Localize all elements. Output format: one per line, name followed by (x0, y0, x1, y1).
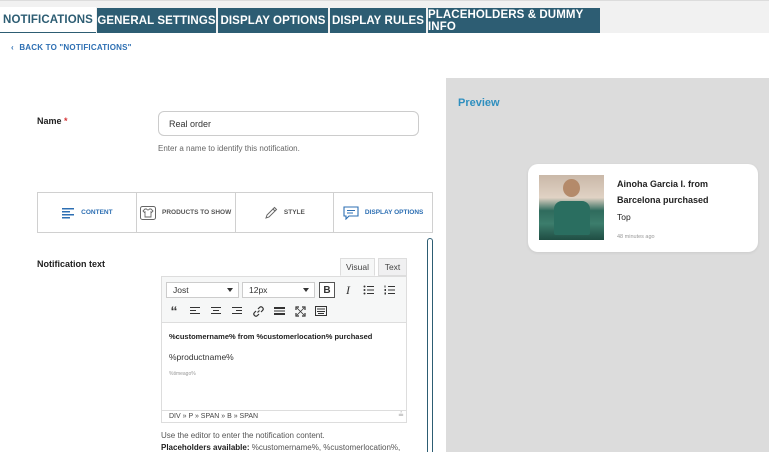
editor-statusbar: DIV » P » SPAN » B » SPAN ≟ (162, 410, 406, 422)
content-line-product: %productname% (169, 352, 234, 362)
pipette-icon (265, 206, 278, 219)
shirt-icon (140, 205, 157, 220)
align-right-button[interactable] (229, 303, 245, 319)
link-icon (252, 305, 264, 317)
name-input[interactable] (158, 111, 419, 136)
section-tabs: CONTENT PRODUCTS TO SHOW STYLE DISPLAY O… (37, 192, 433, 233)
back-link[interactable]: ‹ BACK TO "NOTIFICATIONS" (11, 43, 132, 52)
model-top (554, 201, 590, 235)
visual-mode-tab[interactable]: Visual (340, 258, 375, 276)
scrollbar[interactable] (427, 238, 433, 452)
align-center-button[interactable] (208, 303, 224, 319)
numbered-list-button[interactable] (381, 282, 397, 298)
content-line-timeago: %timeago% (169, 371, 196, 377)
tab-notifications[interactable]: NOTIFICATIONS (0, 7, 96, 34)
tab-display-options[interactable]: DISPLAY OPTIONS (218, 8, 328, 34)
placeholders-help: Placeholders available: %customername%, … (161, 443, 401, 452)
required-mark: * (64, 116, 68, 126)
resize-handle-icon[interactable]: ≟ (398, 410, 404, 421)
section-tab-products[interactable]: PRODUCTS TO SHOW (137, 193, 236, 232)
bullet-list-icon (363, 285, 374, 295)
model-head (563, 179, 580, 197)
tab-general-settings[interactable]: GENERAL SETTINGS (97, 8, 216, 34)
font-family-select[interactable]: Jost (166, 282, 239, 298)
placeholders-value: %customername%, %customerlocation%, (249, 443, 401, 452)
bold-icon: B (323, 284, 331, 296)
editor-content-area[interactable]: %customername% from %customerlocation% p… (162, 324, 406, 410)
caret-down-icon (227, 288, 233, 292)
notification-preview-card: Ainoha Garcia I. from Barcelona purchase… (528, 164, 758, 252)
rich-text-editor: Jost 12px B I “ %customername% from %cus… (161, 276, 407, 423)
tab-placeholders-dummy-info[interactable]: PLACEHOLDERS & DUMMY INFO (428, 8, 600, 34)
notification-preview-title: Ainoha Garcia I. from Barcelona purchase… (617, 179, 709, 205)
section-tab-content[interactable]: CONTENT (38, 193, 137, 232)
insert-link-button[interactable] (250, 303, 266, 319)
editor-help-text: Use the editor to enter the notification… (161, 431, 325, 440)
read-more-button[interactable] (271, 303, 287, 319)
preview-pane: Preview Ainoha Garcia I. from Barcelona … (446, 78, 769, 452)
align-left-button[interactable] (187, 303, 203, 319)
name-label: Name * (37, 116, 68, 126)
text-mode-tab[interactable]: Text (378, 258, 407, 276)
tab-display-rules[interactable]: DISPLAY RULES (330, 8, 426, 34)
editor-toolbar: Jost 12px B I “ (162, 277, 406, 323)
align-right-icon (232, 307, 242, 314)
preview-title: Preview (458, 97, 500, 109)
main-content: ‹ BACK TO "NOTIFICATIONS" Name * Enter a… (0, 33, 769, 452)
section-tab-products-label: PRODUCTS TO SHOW (162, 209, 232, 216)
section-tab-style-label: STYLE (283, 209, 305, 216)
section-tab-content-label: CONTENT (81, 209, 113, 216)
notification-text-label: Notification text (37, 259, 106, 269)
bullet-list-button[interactable] (360, 282, 376, 298)
caret-down-icon (303, 288, 309, 292)
fullscreen-icon (294, 305, 306, 317)
fullscreen-button[interactable] (292, 303, 308, 319)
keyboard-icon (315, 306, 327, 316)
align-center-icon (211, 307, 221, 314)
quote-icon: “ (170, 303, 178, 319)
back-link-label: BACK TO "NOTIFICATIONS" (19, 43, 132, 52)
notification-preview-product: Top (617, 212, 631, 222)
name-help-text: Enter a name to identify this notificati… (158, 144, 300, 153)
element-path: DIV » P » SPAN » B » SPAN (169, 413, 259, 420)
placeholders-label: Placeholders available: (161, 443, 250, 452)
section-tab-style[interactable]: STYLE (236, 193, 335, 232)
numbered-list-icon (384, 285, 395, 295)
font-family-value: Jost (173, 285, 189, 295)
blockquote-button[interactable]: “ (166, 303, 182, 319)
font-size-value: 12px (249, 285, 268, 295)
align-left-icon (62, 207, 75, 218)
chat-bubble-icon (343, 205, 359, 220)
top-tab-bar: NOTIFICATIONS GENERAL SETTINGS DISPLAY O… (0, 0, 769, 34)
font-size-select[interactable]: 12px (242, 282, 315, 298)
product-image (539, 175, 604, 240)
name-label-text: Name (37, 116, 62, 126)
notification-preview-time: 48 minutes ago (617, 234, 655, 240)
section-tab-display-options-label: DISPLAY OPTIONS (364, 209, 424, 216)
bold-button[interactable]: B (319, 282, 335, 298)
horizontal-rule-icon (273, 307, 285, 315)
chevron-left-icon: ‹ (11, 43, 14, 52)
content-line-customer: %customername% from %customerlocation% p… (169, 332, 373, 341)
align-left-icon (190, 307, 200, 314)
toolbar-toggle-button[interactable] (313, 303, 329, 319)
italic-button[interactable]: I (340, 282, 356, 298)
section-tab-display-options[interactable]: DISPLAY OPTIONS (334, 193, 432, 232)
italic-icon: I (346, 282, 350, 297)
